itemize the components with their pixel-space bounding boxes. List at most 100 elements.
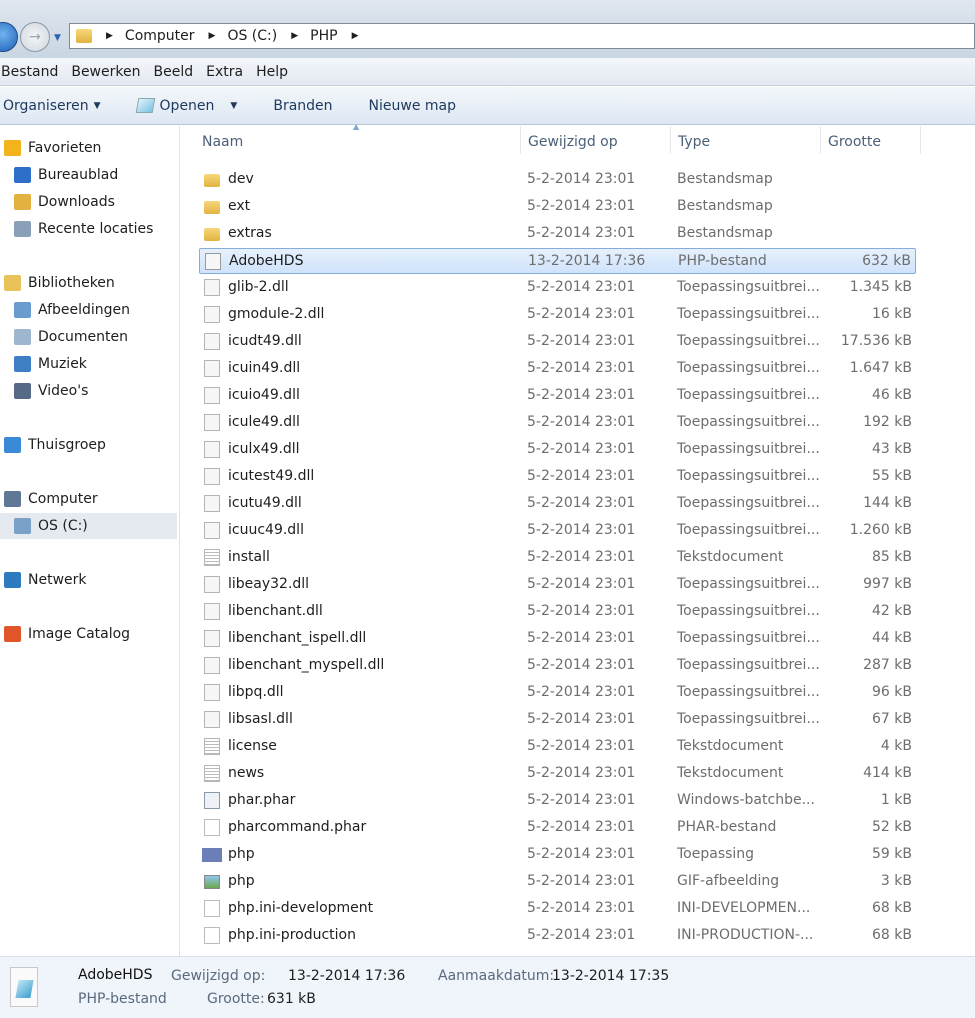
file-date: 5-2-2014 23:01: [527, 360, 636, 376]
file-name: news: [228, 765, 265, 781]
file-row[interactable]: extras 5-2-2014 23:01 Bestandsmap: [199, 221, 916, 247]
file-row[interactable]: AdobeHDS 13-2-2014 17:36 PHP-bestand 632…: [199, 248, 916, 274]
organize-button[interactable]: Organiseren ▼: [3, 98, 101, 114]
file-size: 1.647 kB: [849, 360, 912, 376]
forward-button[interactable]: →: [20, 22, 50, 52]
sidebar-item-downloads[interactable]: Downloads: [14, 189, 115, 215]
file-row[interactable]: icuuc49.dll 5-2-2014 23:01 Toepassingsui…: [199, 518, 916, 544]
file-row[interactable]: phar.phar 5-2-2014 23:01 Windows-batchbe…: [199, 788, 916, 814]
file-row[interactable]: icuio49.dll 5-2-2014 23:01 Toepassingsui…: [199, 383, 916, 409]
sidebar-item-thuisgroep[interactable]: Thuisgroep: [4, 432, 106, 458]
breadcrumb-php[interactable]: PHP: [310, 28, 337, 44]
back-button[interactable]: [0, 22, 18, 52]
file-row[interactable]: libenchant_ispell.dll 5-2-2014 23:01 Toe…: [199, 626, 916, 652]
sidebar-item-recente-locaties[interactable]: Recente locaties: [14, 216, 153, 242]
file-name: php.ini-production: [228, 927, 356, 943]
menu-bestand[interactable]: Bestand: [1, 64, 62, 80]
file-name: icuuc49.dll: [228, 522, 304, 538]
menu-extra[interactable]: Extra: [206, 64, 247, 80]
chevron-right-icon[interactable]: ▶: [106, 31, 113, 41]
file-date: 5-2-2014 23:01: [527, 846, 636, 862]
file-row[interactable]: glib-2.dll 5-2-2014 23:01 Toepassingsuit…: [199, 275, 916, 301]
file-name: glib-2.dll: [228, 279, 289, 295]
column-header-type[interactable]: Type: [678, 134, 710, 150]
file-row[interactable]: ext 5-2-2014 23:01 Bestandsmap: [199, 194, 916, 220]
file-row[interactable]: install 5-2-2014 23:01 Tekstdocument 85 …: [199, 545, 916, 571]
breadcrumb-os[interactable]: OS (C:): [227, 28, 277, 44]
file-row[interactable]: icudt49.dll 5-2-2014 23:01 Toepassingsui…: [199, 329, 916, 355]
file-date: 5-2-2014 23:01: [527, 468, 636, 484]
file-name: php: [228, 846, 255, 862]
file-row[interactable]: pharcommand.phar 5-2-2014 23:01 PHAR-bes…: [199, 815, 916, 841]
file-name: gmodule-2.dll: [228, 306, 325, 322]
file-row[interactable]: libenchant_myspell.dll 5-2-2014 23:01 To…: [199, 653, 916, 679]
sidebar-item-favorieten[interactable]: Favorieten: [4, 135, 101, 161]
file-row[interactable]: dev 5-2-2014 23:01 Bestandsmap: [199, 167, 916, 193]
breadcrumb-computer[interactable]: Computer: [125, 28, 195, 44]
file-type: Toepassingsuitbrei...: [677, 360, 820, 376]
documents-icon: [14, 329, 31, 345]
sidebar-item-video-s[interactable]: Video's: [14, 378, 88, 404]
menu-help[interactable]: Help: [256, 64, 292, 80]
sidebar-item-label: OS (C:): [38, 518, 88, 534]
file-row[interactable]: php 5-2-2014 23:01 GIF-afbeelding 3 kB: [199, 869, 916, 895]
chevron-right-icon[interactable]: ▶: [352, 31, 359, 41]
details-size-label: Grootte:: [207, 991, 265, 1007]
sidebar-item-bureaublad[interactable]: Bureaublad: [14, 162, 118, 188]
file-row[interactable]: iculx49.dll 5-2-2014 23:01 Toepassingsui…: [199, 437, 916, 463]
sidebar-item-computer[interactable]: Computer: [4, 486, 98, 512]
file-date: 5-2-2014 23:01: [527, 900, 636, 916]
file-row[interactable]: icuin49.dll 5-2-2014 23:01 Toepassingsui…: [199, 356, 916, 382]
file-size: 1.345 kB: [849, 279, 912, 295]
column-header-name[interactable]: Naam: [202, 134, 243, 150]
open-button[interactable]: Openen ▼: [135, 98, 237, 114]
sidebar-item-bibliotheken[interactable]: Bibliotheken: [4, 270, 115, 296]
column-header-size[interactable]: Grootte: [828, 134, 881, 150]
file-size: 287 kB: [863, 657, 912, 673]
sidebar-item-netwerk[interactable]: Netwerk: [4, 567, 87, 593]
dll-file-icon: [204, 603, 220, 620]
new-folder-button[interactable]: Nieuwe map: [369, 98, 456, 114]
sidebar-item-documenten[interactable]: Documenten: [14, 324, 128, 350]
chevron-right-icon[interactable]: ▶: [209, 31, 216, 41]
network-icon: [4, 572, 21, 588]
file-row[interactable]: news 5-2-2014 23:01 Tekstdocument 414 kB: [199, 761, 916, 787]
sidebar-item-afbeeldingen[interactable]: Afbeeldingen: [14, 297, 130, 323]
sidebar-item-image-catalog[interactable]: Image Catalog: [4, 621, 130, 647]
file-row[interactable]: gmodule-2.dll 5-2-2014 23:01 Toepassings…: [199, 302, 916, 328]
file-row[interactable]: php 5-2-2014 23:01 Toepassing 59 kB: [199, 842, 916, 868]
file-row[interactable]: php.ini-production 5-2-2014 23:01 INI-PR…: [199, 923, 916, 949]
menu-beeld[interactable]: Beeld: [153, 64, 197, 80]
file-row[interactable]: php.ini-development 5-2-2014 23:01 INI-D…: [199, 896, 916, 922]
file-name: icutest49.dll: [228, 468, 315, 484]
address-bar[interactable]: ▶ Computer ▶ OS (C:) ▶ PHP ▶: [69, 23, 975, 49]
column-header-date[interactable]: Gewijzigd op: [528, 134, 618, 150]
file-type: Toepassingsuitbrei...: [677, 630, 820, 646]
file-row[interactable]: icule49.dll 5-2-2014 23:01 Toepassingsui…: [199, 410, 916, 436]
recent-pages-dropdown[interactable]: ▼: [54, 33, 61, 43]
sidebar-item-muziek[interactable]: Muziek: [14, 351, 87, 377]
file-row[interactable]: libpq.dll 5-2-2014 23:01 Toepassingsuitb…: [199, 680, 916, 706]
file-row[interactable]: license 5-2-2014 23:01 Tekstdocument 4 k…: [199, 734, 916, 760]
file-row[interactable]: libsasl.dll 5-2-2014 23:01 Toepassingsui…: [199, 707, 916, 733]
sidebar-item-os-c-[interactable]: OS (C:): [0, 513, 177, 539]
file-row[interactable]: libenchant.dll 5-2-2014 23:01 Toepassing…: [199, 599, 916, 625]
php-file-icon: [10, 967, 38, 1007]
chevron-right-icon[interactable]: ▶: [291, 31, 298, 41]
sidebar-item-label: Afbeeldingen: [38, 302, 131, 318]
file-date: 5-2-2014 23:01: [527, 387, 636, 403]
file-type: INI-PRODUCTION-...: [677, 927, 814, 943]
file-row[interactable]: libeay32.dll 5-2-2014 23:01 Toepassingsu…: [199, 572, 916, 598]
file-list: Naam ▲ Gewijzigd op Type Grootte dev 5-2…: [181, 122, 975, 956]
burn-button[interactable]: Branden: [273, 98, 332, 114]
file-type: Bestandsmap: [677, 198, 773, 214]
file-type: Toepassingsuitbrei...: [677, 603, 820, 619]
file-row[interactable]: icutest49.dll 5-2-2014 23:01 Toepassings…: [199, 464, 916, 490]
file-name: pharcommand.phar: [228, 819, 367, 835]
file-date: 5-2-2014 23:01: [527, 441, 636, 457]
file-row[interactable]: icutu49.dll 5-2-2014 23:01 Toepassingsui…: [199, 491, 916, 517]
menu-bewerken[interactable]: Bewerken: [71, 64, 144, 80]
dropdown-arrow-icon[interactable]: ▼: [230, 101, 237, 111]
image-catalog-icon: [4, 626, 21, 642]
file-name: libpq.dll: [228, 684, 284, 700]
